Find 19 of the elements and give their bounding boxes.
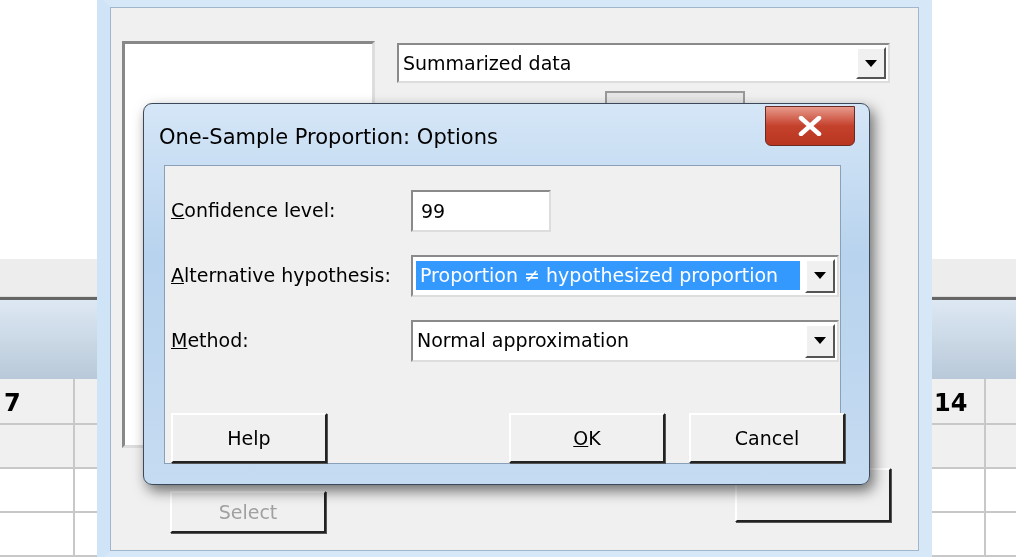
close-button[interactable] bbox=[765, 106, 855, 146]
dialog-button[interactable]: Cancel bbox=[689, 413, 845, 463]
data-source-dropdown[interactable]: Summarized data bbox=[397, 43, 890, 83]
close-icon bbox=[797, 116, 823, 136]
dropdown-arrow-button[interactable] bbox=[805, 258, 835, 293]
field-label: Confidence level: bbox=[171, 198, 337, 224]
column-header: 7 bbox=[0, 379, 75, 424]
dialog-button[interactable]: OK bbox=[509, 413, 665, 463]
field-label: Alternative hypothesis: bbox=[171, 263, 392, 289]
confidence-level-field[interactable]: 99 bbox=[411, 189, 551, 232]
dropdown-field[interactable]: Normal approximation bbox=[411, 319, 839, 362]
dialog-title: One-Sample Proportion: Options bbox=[158, 124, 498, 151]
dropdown-arrow-button[interactable] bbox=[856, 47, 886, 79]
down-arrow-icon bbox=[814, 337, 826, 344]
dialog-button[interactable]: Help bbox=[171, 413, 327, 463]
down-arrow-icon bbox=[865, 59, 877, 67]
dropdown-arrow-button[interactable] bbox=[805, 323, 835, 358]
field-label: Method: bbox=[171, 328, 250, 354]
down-arrow-icon bbox=[814, 272, 826, 279]
